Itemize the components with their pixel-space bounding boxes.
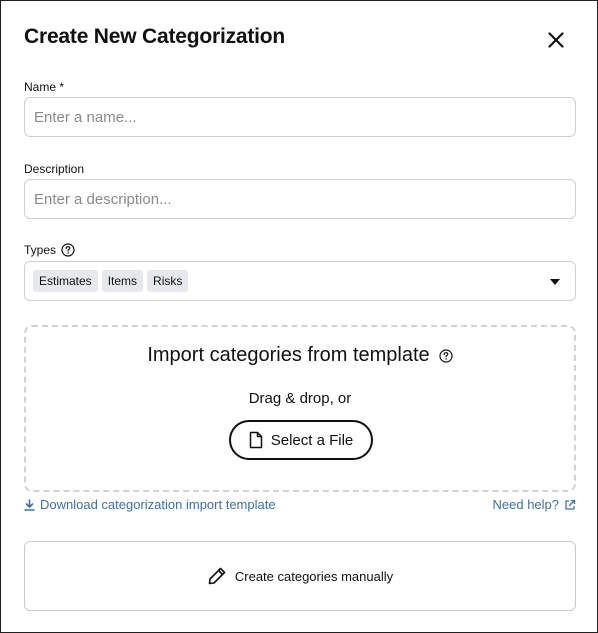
type-chip-items[interactable]: Items xyxy=(101,270,144,292)
create-manually-button[interactable]: Create categories manually xyxy=(24,541,576,611)
download-icon xyxy=(24,498,35,511)
select-file-button[interactable]: Select a File xyxy=(229,420,373,460)
type-chip-estimates[interactable]: Estimates xyxy=(33,270,98,292)
close-icon xyxy=(548,32,564,48)
file-icon xyxy=(249,431,262,449)
need-help-label: Need help? xyxy=(492,497,560,512)
types-label: Types xyxy=(24,243,57,257)
name-input[interactable] xyxy=(24,97,576,137)
pencil-icon xyxy=(208,567,226,585)
name-label: Name * xyxy=(24,80,65,94)
create-categorization-dialog: Create New Categorization Name * Descrip… xyxy=(0,0,598,633)
help-circle-icon[interactable] xyxy=(61,243,75,257)
download-template-link[interactable]: Download categorization import template xyxy=(24,497,276,512)
select-file-label: Select a File xyxy=(270,431,354,449)
external-link-icon xyxy=(565,499,576,510)
import-title: Import categories from template xyxy=(147,344,430,366)
links-row: Download categorization import template … xyxy=(24,497,576,515)
import-dropzone[interactable]: Import categories from template Drag & d… xyxy=(24,325,576,492)
import-title-row: Import categories from template xyxy=(26,344,574,367)
type-chip-risks[interactable]: Risks xyxy=(147,270,189,292)
description-label: Description xyxy=(24,162,85,176)
description-input[interactable] xyxy=(24,179,576,219)
dialog-title: Create New Categorization xyxy=(24,25,286,48)
caret-down-icon[interactable] xyxy=(550,279,560,285)
types-select[interactable]: Estimates Items Risks xyxy=(24,261,576,301)
help-circle-icon[interactable] xyxy=(439,348,453,363)
create-manually-label: Create categories manually xyxy=(234,568,394,584)
download-template-label: Download categorization import template xyxy=(40,497,276,512)
need-help-link[interactable]: Need help? xyxy=(493,497,577,512)
types-label-row: Types xyxy=(24,243,75,257)
close-button[interactable] xyxy=(541,25,571,55)
import-subtitle: Drag & drop, or xyxy=(248,390,352,407)
